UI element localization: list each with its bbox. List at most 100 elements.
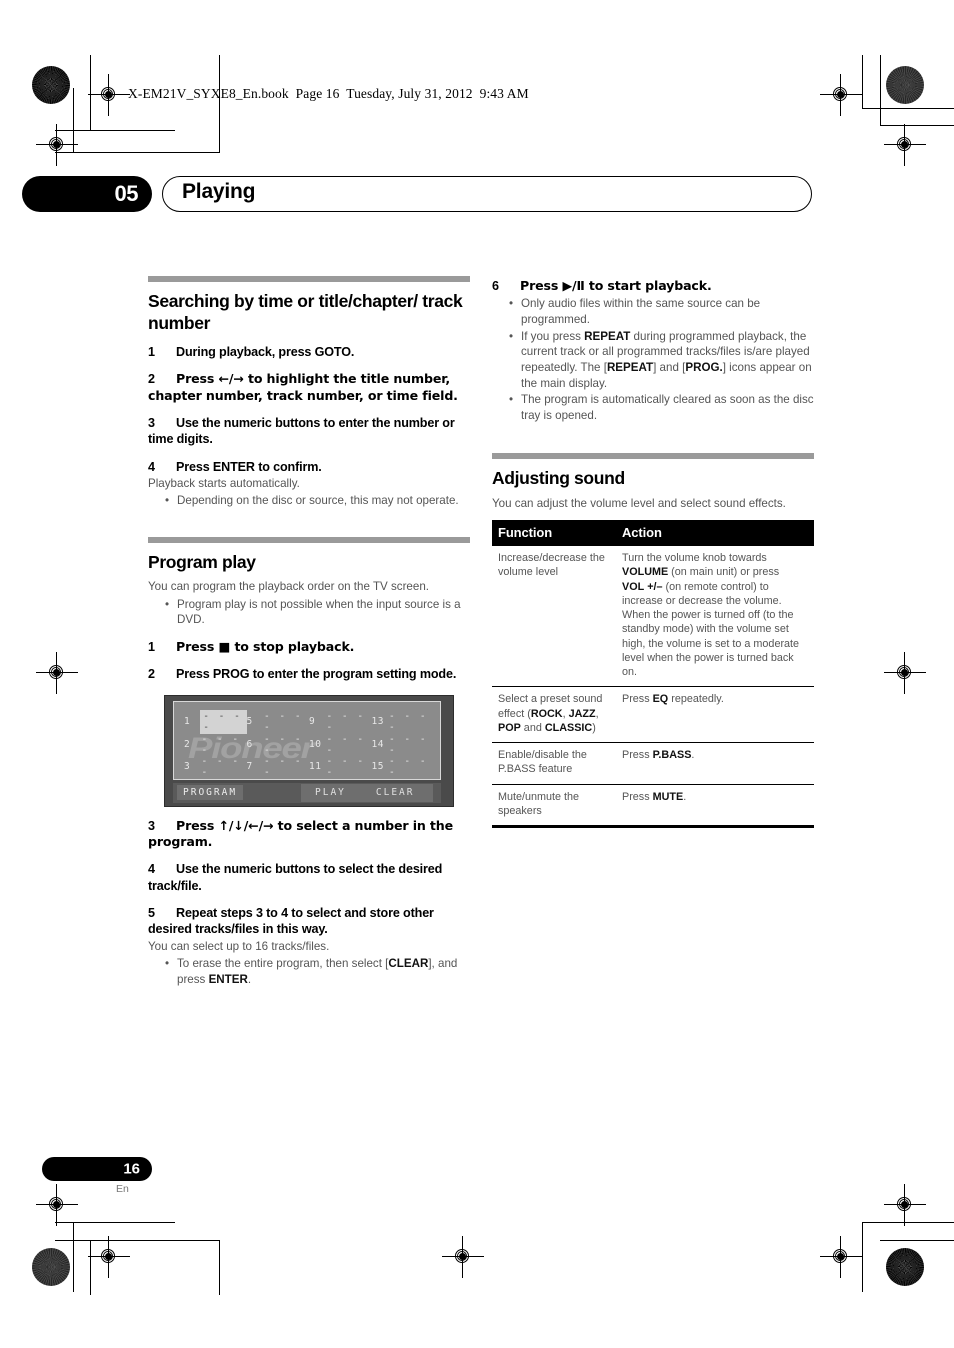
section-rule [148,276,470,282]
column-header-function: Function [492,520,616,547]
left-column: Searching by time or title/chapter/ trac… [148,276,470,988]
cell-function: Enable/disable the P.BASS feature [492,742,616,785]
registration-mark [36,124,78,166]
step-text: Press ■ to stop playback. [176,638,355,654]
page-number: 16 [123,1160,140,1178]
program-slot[interactable]: 6 - - - - [247,734,310,756]
program-slot[interactable]: 9 - - - - [309,711,372,733]
program-slot[interactable]: 2 - - - - [184,734,247,756]
halftone-target-bottom-left [32,1248,70,1286]
program-slot-value: - - - - [201,755,241,778]
section-heading-program-play: Program play [148,551,256,572]
program-slot[interactable]: 7 - - - - [247,756,310,778]
program-slot[interactable]: 8- - - - [247,778,310,779]
step-number: 3 [148,415,155,430]
step-3: 3 Use the numeric buttons to enter the nu… [148,415,470,448]
program-slot[interactable]: 15 - - - - [372,756,435,778]
program-slot-index: 6 [246,739,253,751]
crop-line [219,55,220,152]
section-heading-searching: Searching by time or title/chapter/ trac… [148,291,463,334]
crop-line [880,1240,954,1241]
cell-function: Select a preset sound effect (ROCK, JAZZ… [492,686,616,744]
program-tab-label[interactable]: PROGRAM [177,785,244,801]
program-step-5-bullet-list: To erase the entire program, then select… [148,956,470,987]
registration-mark [884,652,926,694]
program-slot-value: - - - - [263,710,303,733]
program-slot-index: 9 [309,716,316,728]
step-text: Press ↑/↓/←/→ to select a number in the … [148,817,454,850]
running-header: X-EM21V_SYXE8_En.book Page 16 Tuesday, J… [128,86,529,101]
step-2: 2 Press ←/→ to highlight the title number… [148,371,470,404]
step-text: Press ▶/Ⅱ to start playback. [520,278,712,293]
page-language: En [116,1183,129,1195]
program-slot[interactable]: 13 - - - - [372,711,435,733]
step-4-bullet-list: Depending on the disc or source, this ma… [148,493,470,509]
table-row: Select a preset sound effect (ROCK, JAZZ… [492,686,814,744]
step-1: 1 During playback, press GOTO. [148,344,470,360]
table-row: Increase/decrease the volume level Turn … [492,546,814,688]
step-number: 1 [148,344,155,359]
list-item: The program is automatically cleared as … [509,392,814,423]
cell-action: Press EQ repeatedly. [616,686,814,744]
program-slot[interactable]: 3 - - - - [184,756,247,778]
list-item: Only audio files within the same source … [509,296,814,327]
program-slot-value: - - - - [263,755,303,778]
program-slot[interactable]: 5 - - - - [247,711,310,733]
program-slot-value: - - - - [201,778,246,779]
program-slot[interactable]: 16- - - - [372,778,435,779]
program-slot[interactable]: 11 - - - - [309,756,372,778]
step-text: Use the numeric buttons to select the de… [148,862,443,893]
crop-line [90,1240,91,1295]
program-slot[interactable]: 14 - - - - [372,734,435,756]
section-heading-adjusting-sound: Adjusting sound [492,468,625,489]
program-step-4: 4 Use the numeric buttons to select the d… [148,861,470,894]
registration-mark [442,1236,484,1278]
program-slot[interactable]: 1 - - - - [184,709,247,734]
program-slot-grid: 1- - - -5- - - -9- - - -13- - - -2- - - … [184,709,435,779]
program-step-2: 2 Press PROG to enter the program setting… [148,666,470,682]
program-step-1: 1 Press ■ to stop playback. [148,639,470,655]
crop-line [73,88,74,152]
chapter-title-pill [162,176,812,212]
step-number: 3 [148,818,155,833]
cell-action: Press MUTE. [616,784,814,829]
program-slot-value: - - - - [326,778,371,779]
program-slot[interactable]: 12- - - - [309,778,372,779]
list-item: Depending on the disc or source, this ma… [165,493,470,509]
program-slot-value: - - - - [389,778,434,779]
program-slot[interactable]: 10 - - - - [309,734,372,756]
registration-mark [820,74,862,116]
right-column: 6 Press ▶/Ⅱ to start playback. Only audio… [492,276,814,829]
program-slot-value: - - - - [326,733,366,756]
program-slot[interactable]: 4- - - - [184,778,247,779]
program-slot-value: - - - - [326,755,366,778]
step-number: 1 [148,639,155,654]
play-button[interactable]: PLAY [315,787,346,798]
crop-line [862,1222,954,1223]
step-4-note: Playback starts automatically. [148,476,300,490]
halftone-target-top-left [32,66,70,104]
crop-line [880,55,881,125]
program-slot-index: 13 [371,716,384,728]
registration-mark [36,652,78,694]
registration-mark [88,74,130,116]
step-4: 4 Press ENTER to confirm. [148,459,470,475]
crop-line [862,1222,863,1292]
program-slot-value: - - - - [388,755,428,778]
program-slot-index: 14 [371,739,384,751]
table-row: Mute/unmute the speakers Press MUTE. [492,784,814,829]
program-screen-figure: Pioneer 1- - - -5- - - -9- - - -13- - - … [164,694,454,807]
list-item: Program play is not possible when the in… [165,597,470,628]
program-slot-index: 3 [184,761,191,773]
program-slot-value: - - - - [388,733,428,756]
chapter-number: 05 [114,181,139,206]
cell-function: Mute/unmute the speakers [492,784,616,829]
program-slot-index: 1 [184,716,191,728]
table-header-row: Function Action [492,520,814,547]
program-step-5: 5 Repeat steps 3 to 4 to select and store… [148,905,470,938]
section-rule [492,453,814,460]
clear-button[interactable]: CLEAR [376,787,415,798]
cell-action: Press P.BASS. [616,742,814,785]
section-rule [148,536,470,543]
registration-mark [884,1184,926,1226]
